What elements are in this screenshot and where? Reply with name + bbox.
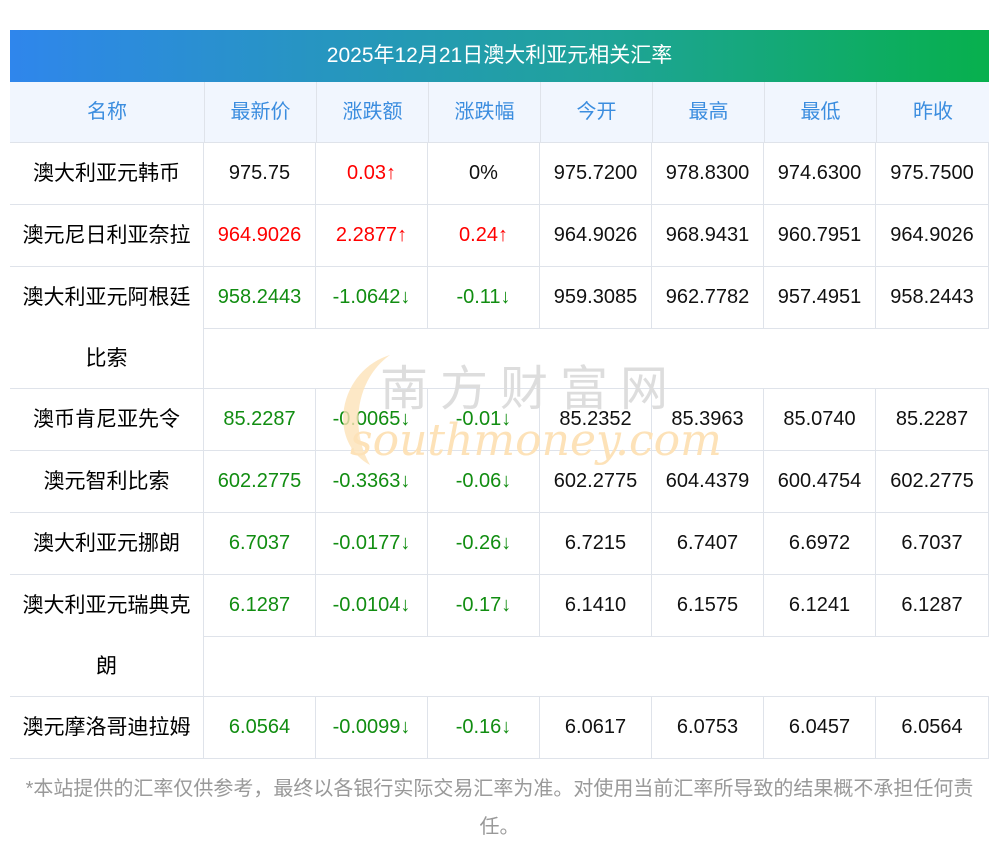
- change-amount: -0.0177↓: [316, 513, 428, 574]
- currency-name: 澳币肯尼亚先令: [10, 389, 204, 450]
- low: 600.4754: [764, 451, 876, 512]
- open: 964.9026: [540, 205, 652, 266]
- prev-close: 975.7500: [890, 162, 974, 184]
- column-header: 昨收: [913, 101, 953, 123]
- column-header: 最高: [653, 82, 765, 143]
- low: 6.6972: [764, 513, 876, 574]
- table-row: 澳大利亚元韩币 975.75 0.03↑ 0% 975.7200 978.8300 974.…: [10, 143, 989, 205]
- table-header: 名称 最新价 涨跌额 涨跌幅 今开 最高 最低 昨收: [10, 82, 989, 143]
- latest-price: 6.7037: [204, 513, 316, 574]
- currency-name: 澳元摩洛哥迪拉姆: [10, 697, 204, 758]
- open: 959.3085: [540, 267, 652, 328]
- change-amount: -0.0065↓: [316, 389, 428, 450]
- exchange-rate-table: 名称 最新价 涨跌额 涨跌幅 今开 最高 最低 昨收 澳大利亚元韩币 975.75 0.03↑ 0%…: [10, 82, 989, 759]
- currency-name: 澳大利亚元挪朗: [10, 513, 204, 574]
- column-header: 涨跌幅: [429, 82, 541, 143]
- page-title: 2025年12月21日澳大利亚元相关汇率: [10, 30, 989, 82]
- disclaimer: *本站提供的汇率仅供参考，最终以各银行实际交易汇率为准。对使用当前汇率所导致的结…: [25, 778, 974, 838]
- currency-name: 澳大利亚元阿根廷比索: [10, 267, 204, 388]
- high: 6.1575: [652, 575, 764, 636]
- table-row: 澳元尼日利亚奈拉 964.9026 2.2877↑ 0.24↑ 964.9026 968.…: [10, 205, 989, 267]
- low: 957.4951: [764, 267, 876, 328]
- high: 6.0753: [652, 697, 764, 758]
- prev-close: 6.7037: [901, 532, 963, 554]
- change-amount: 2.2877↑: [316, 205, 428, 266]
- change-percent: -0.11↓: [428, 267, 540, 328]
- latest-price: 6.0564: [204, 697, 316, 758]
- latest-price: 602.2775: [204, 451, 316, 512]
- column-header: 最新价: [205, 82, 317, 143]
- latest-price: 85.2287: [204, 389, 316, 450]
- open: 6.0617: [540, 697, 652, 758]
- low: 85.0740: [764, 389, 876, 450]
- change-percent: -0.17↓: [428, 575, 540, 636]
- currency-name: 澳元尼日利亚奈拉: [10, 205, 204, 266]
- change-amount: -0.0104↓: [316, 575, 428, 636]
- table-row: 澳大利亚元挪朗 6.7037 -0.0177↓ -0.26↓ 6.7215 6.7407 6…: [10, 513, 989, 575]
- column-header: 涨跌额: [317, 82, 429, 143]
- change-percent: 0.24↑: [428, 205, 540, 266]
- currency-name: 澳大利亚元韩币: [10, 143, 204, 204]
- open: 6.1410: [540, 575, 652, 636]
- low: 6.0457: [764, 697, 876, 758]
- prev-close: 958.2443: [890, 286, 974, 308]
- change-percent: -0.01↓: [428, 389, 540, 450]
- prev-close: 85.2287: [895, 408, 969, 430]
- prev-close: 964.9026: [890, 224, 974, 246]
- change-percent: -0.16↓: [428, 697, 540, 758]
- table-row: 澳元智利比索 602.2775 -0.3363↓ -0.06↓ 602.2775 604.…: [10, 451, 989, 513]
- open: 975.7200: [540, 143, 652, 204]
- change-amount: -1.0642↓: [316, 267, 428, 328]
- change-percent: 0%: [428, 143, 540, 204]
- prev-close: 6.1287: [901, 594, 963, 616]
- latest-price: 6.1287: [204, 575, 316, 636]
- change-percent: -0.26↓: [428, 513, 540, 574]
- change-amount: -0.0099↓: [316, 697, 428, 758]
- open: 6.7215: [540, 513, 652, 574]
- latest-price: 964.9026: [204, 205, 316, 266]
- currency-name: 澳大利亚元瑞典克朗: [10, 575, 204, 696]
- high: 85.3963: [652, 389, 764, 450]
- latest-price: 958.2443: [204, 267, 316, 328]
- high: 978.8300: [652, 143, 764, 204]
- table-row: 澳元摩洛哥迪拉姆 6.0564 -0.0099↓ -0.16↓ 6.0617 6.0753…: [10, 697, 989, 759]
- change-amount: -0.3363↓: [316, 451, 428, 512]
- change-amount: 0.03↑: [316, 143, 428, 204]
- prev-close: 6.0564: [901, 716, 963, 738]
- column-header: 今开: [541, 82, 653, 143]
- column-header: 名称: [10, 82, 205, 143]
- high: 962.7782: [652, 267, 764, 328]
- low: 974.6300: [764, 143, 876, 204]
- column-header: 最低: [765, 82, 877, 143]
- currency-name: 澳元智利比索: [10, 451, 204, 512]
- open: 602.2775: [540, 451, 652, 512]
- open: 85.2352: [540, 389, 652, 450]
- high: 604.4379: [652, 451, 764, 512]
- table-row: 澳大利亚元阿根廷比索 958.2443 -1.0642↓ -0.11↓ 959.3085…: [10, 267, 989, 389]
- change-percent: -0.06↓: [428, 451, 540, 512]
- low: 6.1241: [764, 575, 876, 636]
- low: 960.7951: [764, 205, 876, 266]
- latest-price: 975.75: [204, 143, 316, 204]
- prev-close: 602.2775: [890, 470, 974, 492]
- high: 6.7407: [652, 513, 764, 574]
- high: 968.9431: [652, 205, 764, 266]
- table-row: 澳币肯尼亚先令 85.2287 -0.0065↓ -0.01↓ 85.2352 85.39…: [10, 389, 989, 451]
- table-row: 澳大利亚元瑞典克朗 6.1287 -0.0104↓ -0.17↓ 6.1410 6.157…: [10, 575, 989, 697]
